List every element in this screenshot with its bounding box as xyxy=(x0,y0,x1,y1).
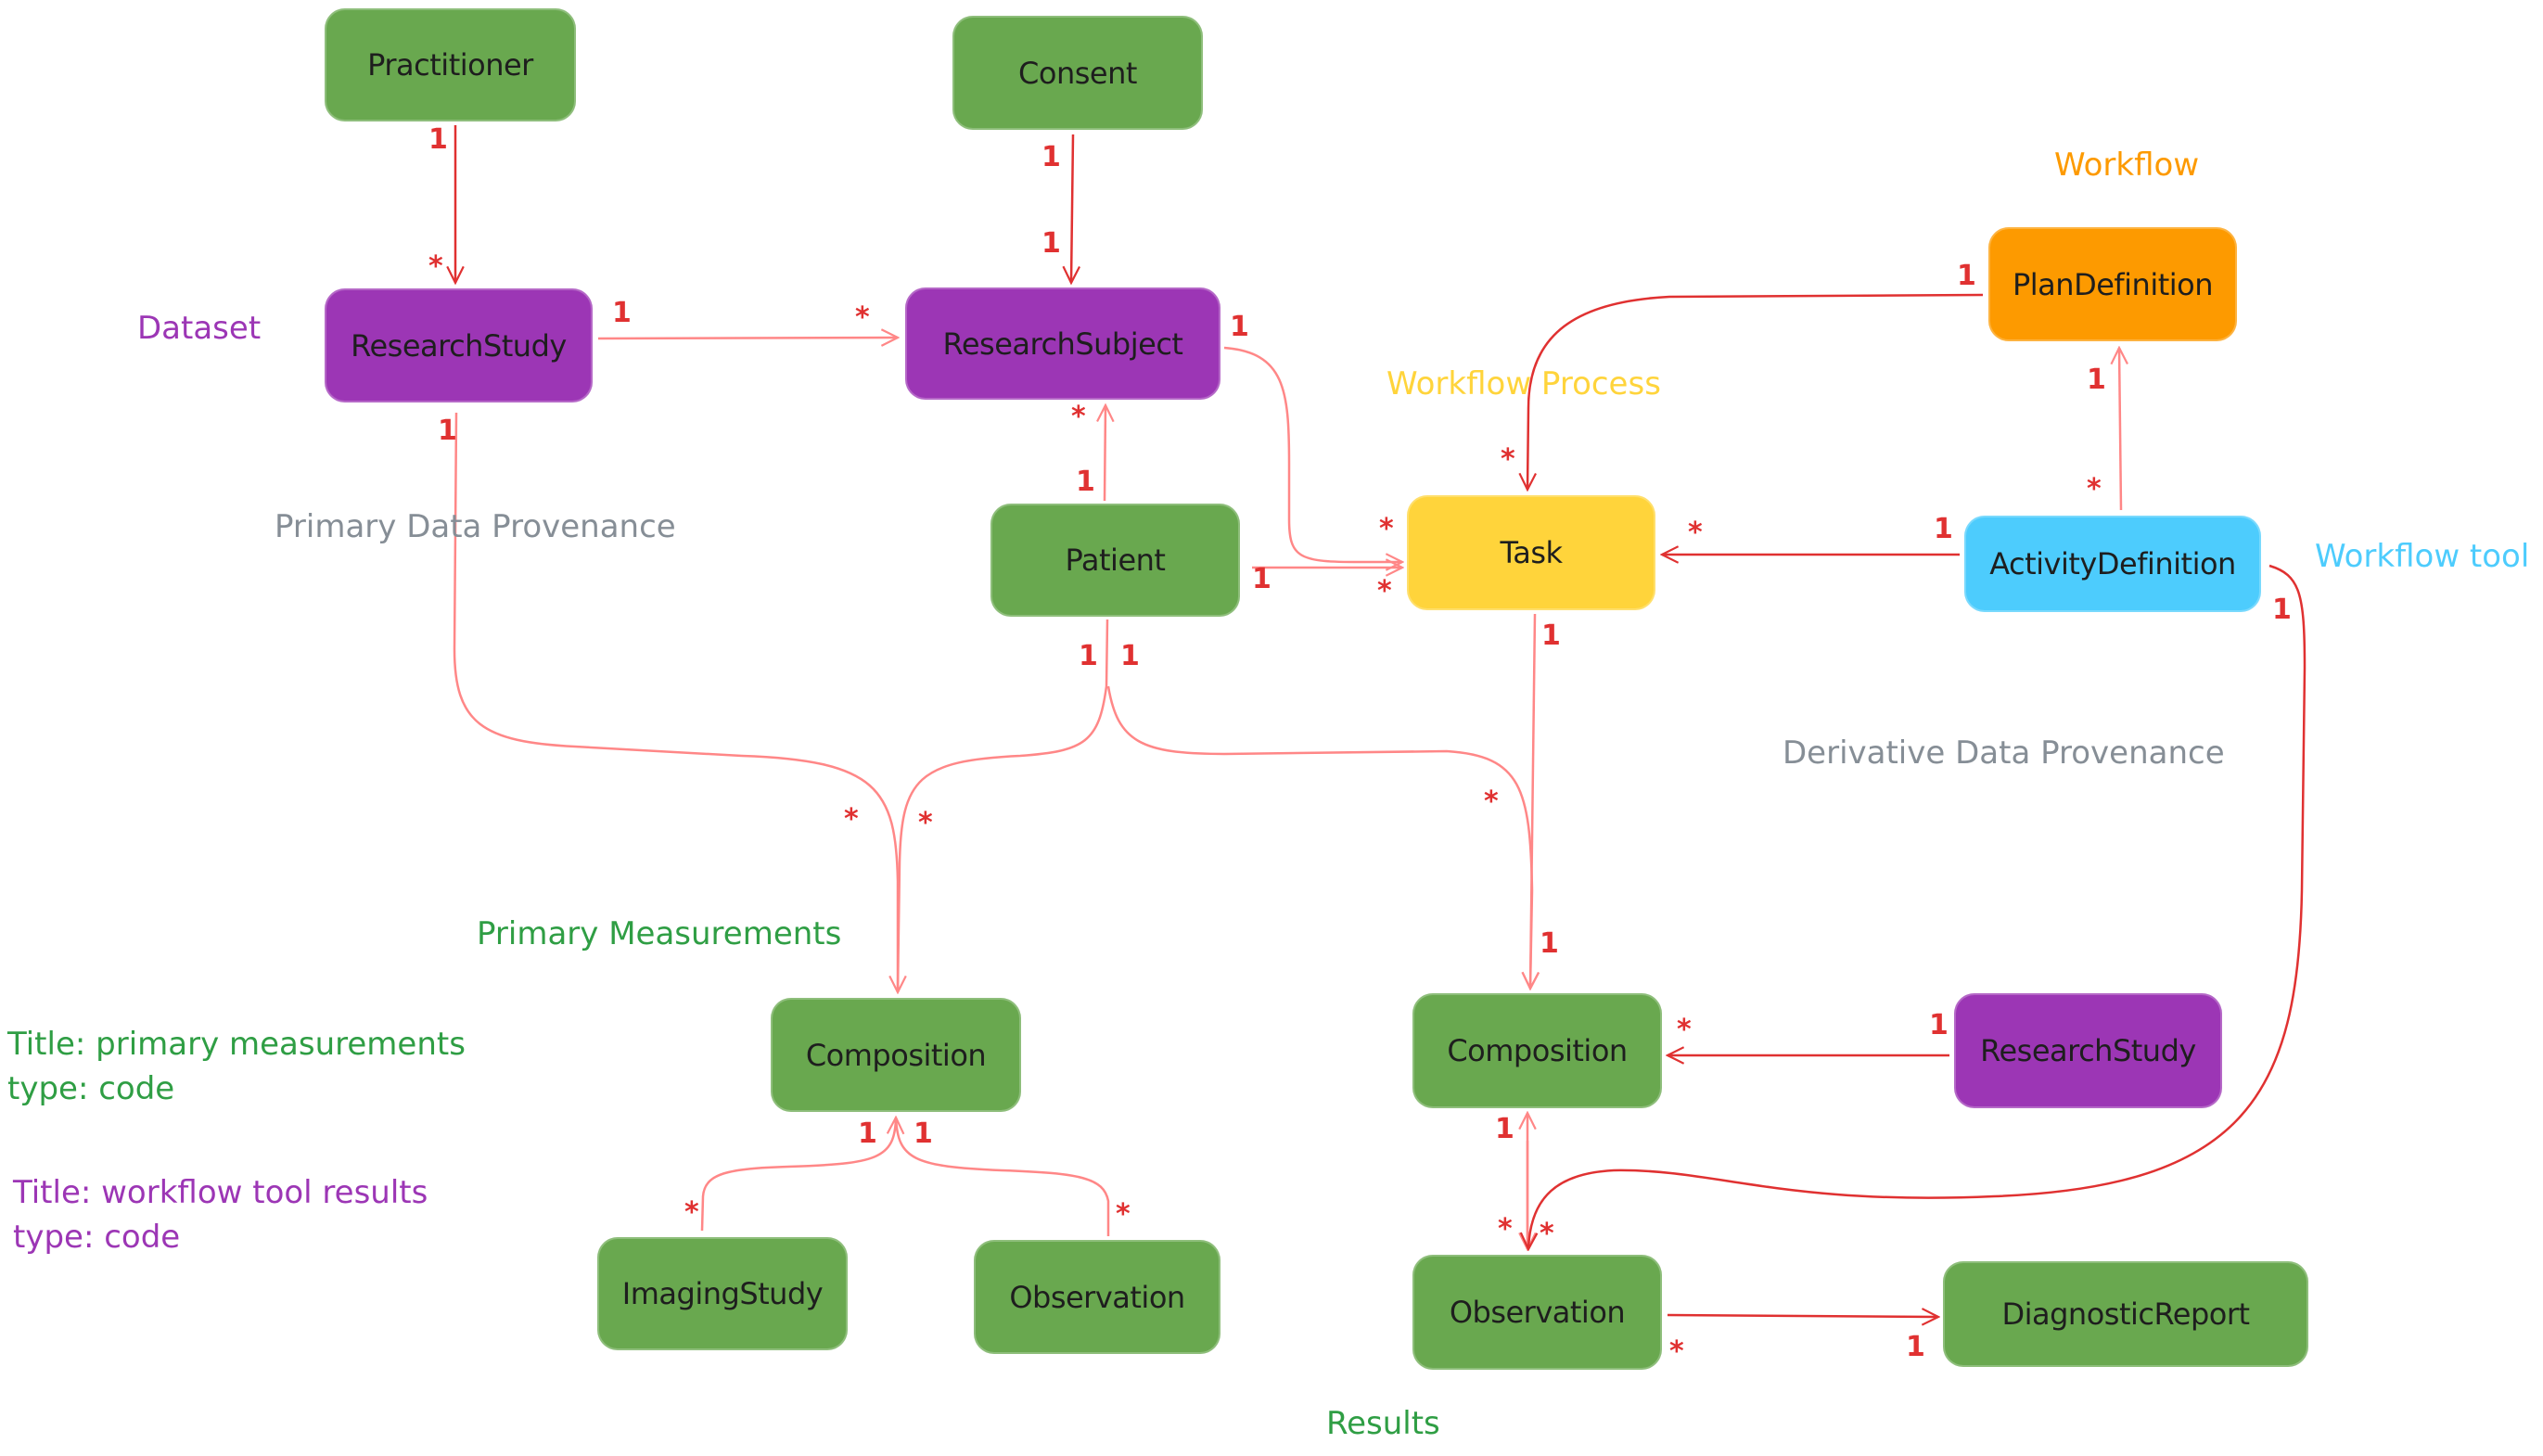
node-activity-definition[interactable]: ActivityDefinition xyxy=(1964,516,2261,612)
node-label: DiagnosticReport xyxy=(2001,1296,2250,1332)
mult-observation-primary-out: * xyxy=(1116,1198,1131,1231)
node-imaging-study[interactable]: ImagingStudy xyxy=(597,1237,848,1350)
node-label: Patient xyxy=(1065,543,1166,578)
mult-task-out-comp: 1 xyxy=(1541,619,1561,652)
mult-comp-primary-in-patient: * xyxy=(918,807,933,839)
node-label: ResearchSubject xyxy=(942,326,1183,362)
mult-observation-results-in-activity: * xyxy=(1540,1218,1554,1250)
mult-practitioner-out: 1 xyxy=(428,123,448,156)
label-workflow-tool: Workflow tool xyxy=(2315,538,2530,575)
label-workflow-process: Workflow Process xyxy=(1387,365,1661,402)
node-label: ImagingStudy xyxy=(621,1276,824,1311)
node-plan-definition[interactable]: PlanDefinition xyxy=(1988,227,2237,341)
mult-patient-out-comp-results: 1 xyxy=(1120,640,1140,672)
mult-comp-results-in-study: * xyxy=(1677,1014,1692,1046)
label-derivative-data-provenance: Derivative Data Provenance xyxy=(1783,734,2225,772)
mult-activitydefinition-out-obs: 1 xyxy=(2272,594,2292,626)
node-label: PlanDefinition xyxy=(2012,266,2214,302)
note-primary-measurements: Title: primary measurements type: code xyxy=(7,1026,466,1107)
mult-task-in-subject: * xyxy=(1379,513,1394,545)
mult-researchsubject-in-patient: * xyxy=(1071,401,1086,433)
node-observation-results[interactable]: Observation xyxy=(1412,1255,1662,1370)
node-label: ResearchStudy xyxy=(351,327,567,364)
node-patient[interactable]: Patient xyxy=(990,504,1240,617)
mult-task-in-activity: * xyxy=(1688,517,1703,549)
label-workflow: Workflow xyxy=(2054,147,2200,184)
mult-observation-results-in-comp: * xyxy=(1498,1213,1513,1245)
node-research-study-results[interactable]: ResearchStudy xyxy=(1954,993,2222,1108)
mult-researchstudy-out-bottom: 1 xyxy=(438,415,457,447)
node-composition-results[interactable]: Composition xyxy=(1412,993,1662,1108)
note-workflow-tool-results: Title: workflow tool results type: code xyxy=(13,1174,428,1256)
node-label: Observation xyxy=(1009,1279,1185,1315)
node-practitioner[interactable]: Practitioner xyxy=(325,8,576,121)
node-label: Composition xyxy=(1447,1033,1628,1068)
mult-plandefinition-out: 1 xyxy=(1957,260,1976,292)
node-label: Observation xyxy=(1449,1295,1626,1330)
mult-researchstudy-out: 1 xyxy=(612,297,632,329)
mult-comp-results-in-task: 1 xyxy=(1540,927,1559,960)
mult-diagnosticreport-in: 1 xyxy=(1906,1331,1925,1363)
mult-patient-out-comp-primary: 1 xyxy=(1079,640,1098,672)
mult-researchstudy-results-out: 1 xyxy=(1929,1009,1949,1041)
node-research-study[interactable]: ResearchStudy xyxy=(325,288,593,402)
node-label: Practitioner xyxy=(367,47,533,83)
node-composition-primary[interactable]: Composition xyxy=(771,998,1021,1112)
mult-researchsubject-in-consent: 1 xyxy=(1041,227,1061,260)
node-label: ActivityDefinition xyxy=(1989,546,2236,581)
node-label: Consent xyxy=(1018,55,1137,91)
mult-consent-out: 1 xyxy=(1041,141,1061,173)
mult-researchsubject-in-study: * xyxy=(855,301,870,334)
mult-comp-primary-in-imaging: 1 xyxy=(858,1118,877,1150)
mult-patient-out-subject: 1 xyxy=(1076,466,1095,498)
node-consent[interactable]: Consent xyxy=(952,16,1203,130)
label-results: Results xyxy=(1326,1405,1440,1442)
mult-task-in-plan: * xyxy=(1501,443,1515,476)
node-research-subject[interactable]: ResearchSubject xyxy=(905,287,1220,400)
mult-observation-results-out: * xyxy=(1669,1335,1684,1368)
node-label: ResearchStudy xyxy=(1980,1033,2196,1068)
mult-comp-results-out-obs: 1 xyxy=(1495,1113,1514,1145)
mult-activitydefinition-out-task: 1 xyxy=(1934,513,1953,545)
node-task[interactable]: Task xyxy=(1407,495,1655,610)
mult-researchstudy-in-practitioner: * xyxy=(428,250,443,283)
node-observation-primary[interactable]: Observation xyxy=(974,1240,1220,1354)
mult-comp-primary-in-study: * xyxy=(844,803,859,836)
label-primary-measurements: Primary Measurements xyxy=(477,915,842,952)
diagram-canvas: Practitioner Consent ResearchStudy Resea… xyxy=(0,0,2543,1456)
label-dataset: Dataset xyxy=(137,310,262,347)
mult-plandefinition-in: 1 xyxy=(2087,364,2106,396)
mult-task-in-patient: * xyxy=(1377,575,1392,607)
label-primary-data-provenance: Primary Data Provenance xyxy=(275,508,676,545)
mult-imaging-out: * xyxy=(684,1196,699,1229)
node-label: Task xyxy=(1500,535,1563,570)
node-label: Composition xyxy=(805,1037,987,1073)
mult-activitydefinition-out-plan: * xyxy=(2087,473,2102,505)
mult-comp-results-in-patient: * xyxy=(1484,785,1499,818)
mult-patient-out-task: 1 xyxy=(1252,563,1272,595)
mult-researchsubject-out: 1 xyxy=(1230,311,1249,343)
node-diagnostic-report[interactable]: DiagnosticReport xyxy=(1943,1261,2308,1367)
mult-comp-primary-in-observation: 1 xyxy=(914,1118,933,1150)
